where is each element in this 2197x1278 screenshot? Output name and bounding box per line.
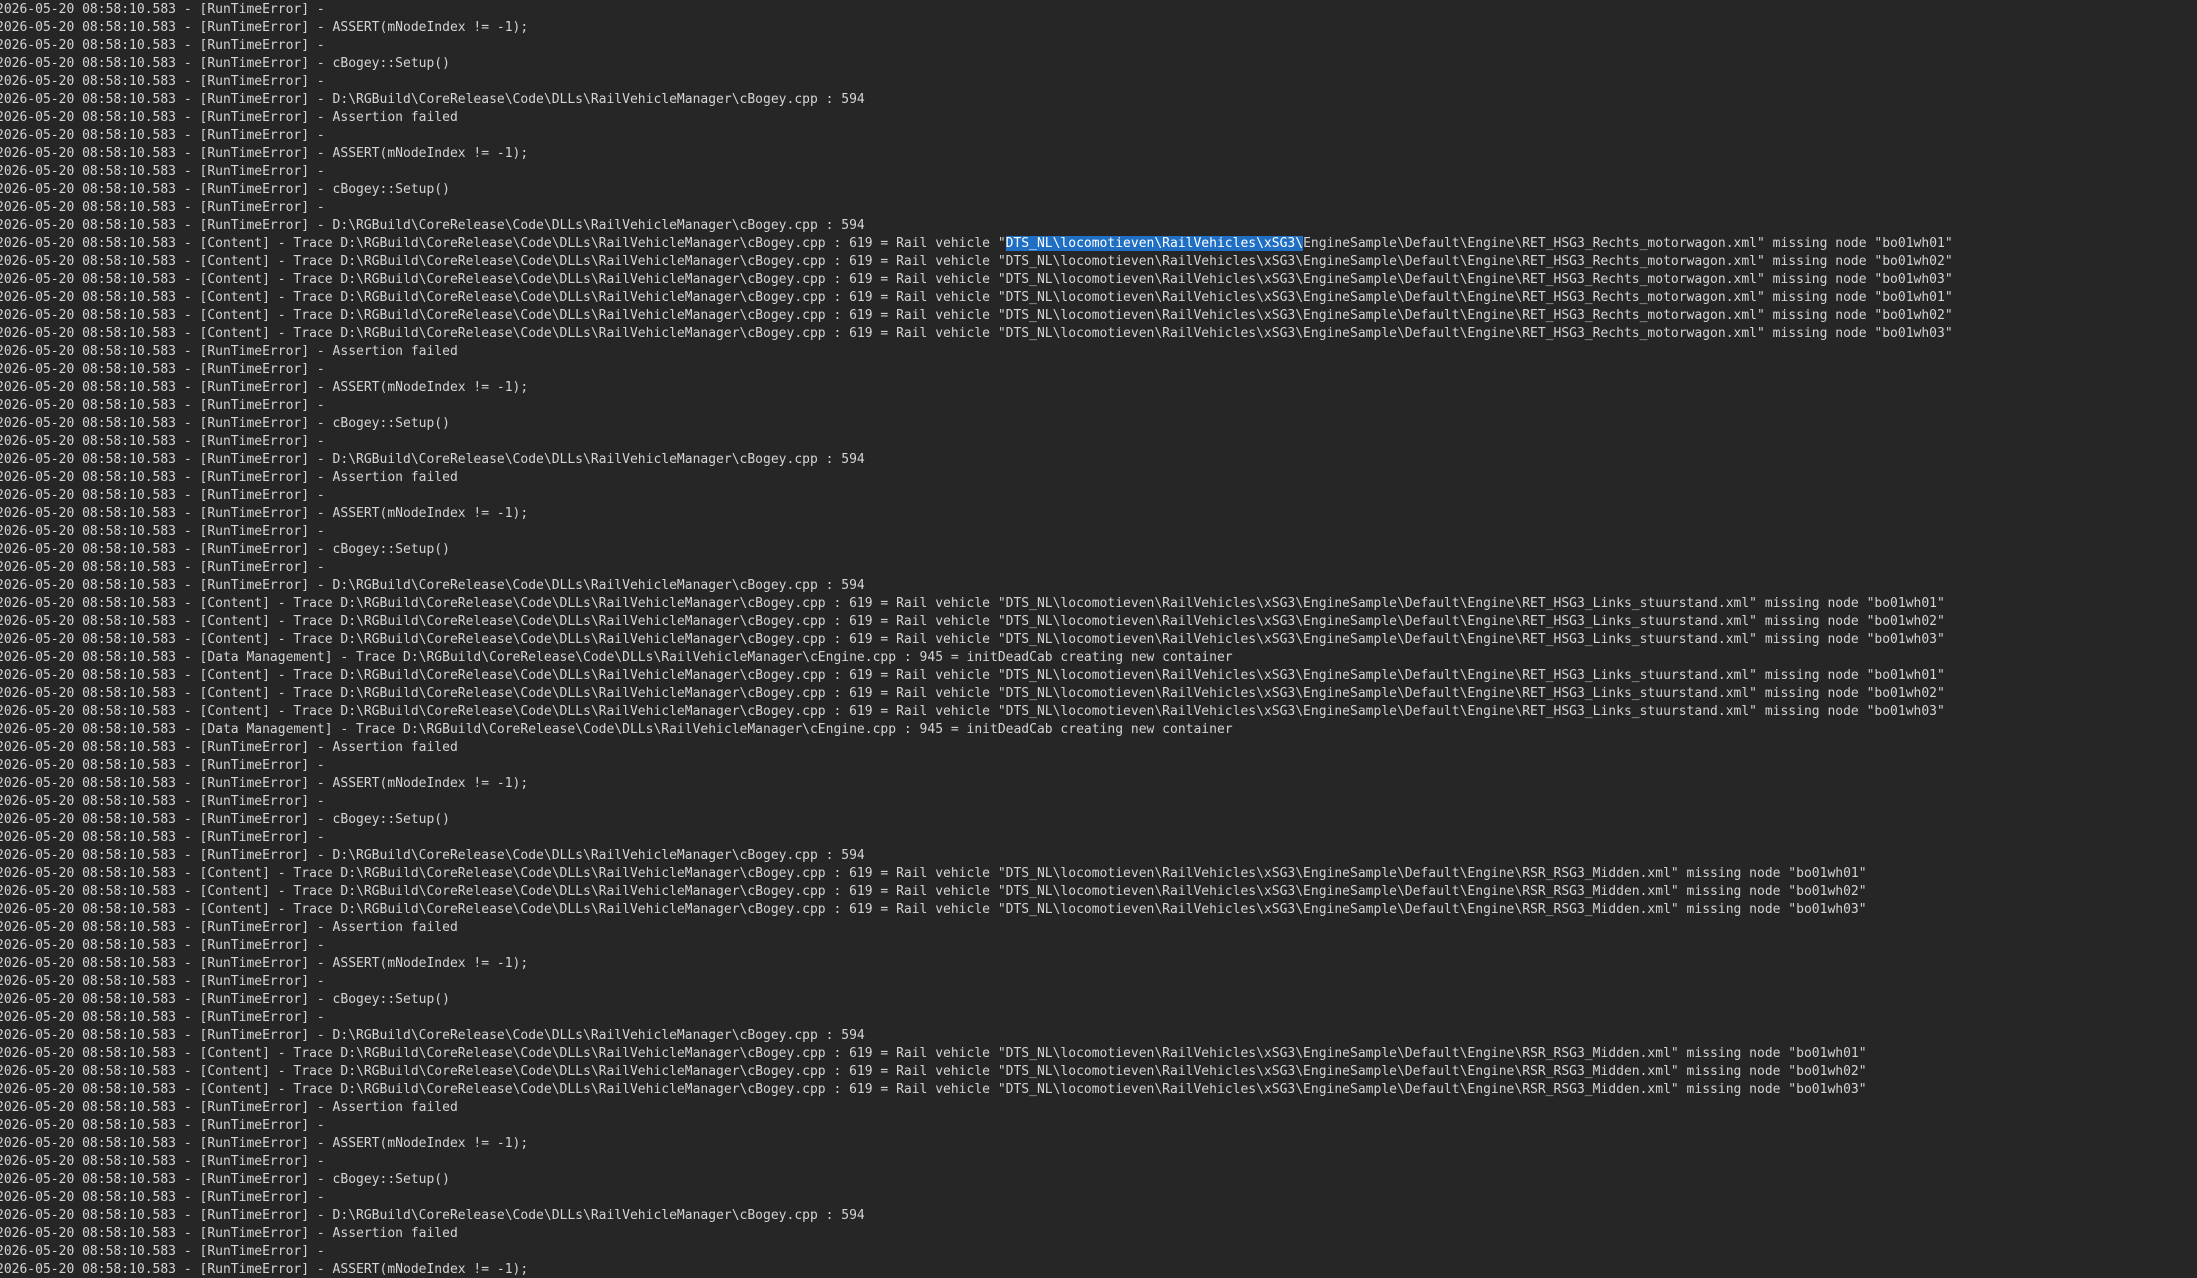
log-line[interactable]: 2026-05-20 08:58:10.583 - [RunTimeError]… — [0, 523, 1953, 541]
log-line[interactable]: 2026-05-20 08:58:10.583 - [RunTimeError]… — [0, 199, 1953, 217]
log-line[interactable]: 2026-05-20 08:58:10.583 - [Content] - Tr… — [0, 631, 1953, 649]
log-line[interactable]: 2026-05-20 08:58:10.583 - [RunTimeError]… — [0, 91, 1953, 109]
log-line[interactable]: 2026-05-20 08:58:10.583 - [RunTimeError]… — [0, 73, 1953, 91]
log-line[interactable]: 2026-05-20 08:58:10.583 - [RunTimeError]… — [0, 559, 1953, 577]
log-line-text: 2026-05-20 08:58:10.583 - [Content] - Tr… — [0, 236, 1006, 251]
log-line[interactable]: 2026-05-20 08:58:10.583 - [RunTimeError]… — [0, 1207, 1953, 1225]
log-line[interactable]: 2026-05-20 08:58:10.583 - [RunTimeError]… — [0, 1189, 1953, 1207]
log-line[interactable]: 2026-05-20 08:58:10.583 - [RunTimeError]… — [0, 1261, 1953, 1278]
log-line[interactable]: 2026-05-20 08:58:10.583 - [RunTimeError]… — [0, 469, 1953, 487]
log-line[interactable]: 2026-05-20 08:58:10.583 - [Content] - Tr… — [0, 1081, 1953, 1099]
log-line[interactable]: 2026-05-20 08:58:10.583 - [Data Manageme… — [0, 721, 1953, 739]
log-line[interactable]: 2026-05-20 08:58:10.583 - [RunTimeError]… — [0, 109, 1953, 127]
log-line[interactable]: 2026-05-20 08:58:10.583 - [RunTimeError]… — [0, 919, 1953, 937]
log-line[interactable]: 2026-05-20 08:58:10.583 - [RunTimeError]… — [0, 829, 1953, 847]
log-line[interactable]: 2026-05-20 08:58:10.583 - [RunTimeError]… — [0, 1009, 1953, 1027]
log-line[interactable]: 2026-05-20 08:58:10.583 - [RunTimeError]… — [0, 739, 1953, 757]
log-line[interactable]: 2026-05-20 08:58:10.583 - [RunTimeError]… — [0, 505, 1953, 523]
log-line[interactable]: 2026-05-20 08:58:10.583 - [RunTimeError]… — [0, 577, 1953, 595]
log-line[interactable]: 2026-05-20 08:58:10.583 - [RunTimeError]… — [0, 541, 1953, 559]
log-line[interactable]: 2026-05-20 08:58:10.583 - [Content] - Tr… — [0, 253, 1953, 271]
log-line[interactable]: 2026-05-20 08:58:10.583 - [RunTimeError]… — [0, 1225, 1953, 1243]
log-line[interactable]: 2026-05-20 08:58:10.583 - [Content] - Tr… — [0, 271, 1953, 289]
log-line[interactable]: 2026-05-20 08:58:10.583 - [Content] - Tr… — [0, 883, 1953, 901]
log-line[interactable]: 2026-05-20 08:58:10.583 - [Content] - Tr… — [0, 685, 1953, 703]
log-line[interactable]: 2026-05-20 08:58:10.583 - [RunTimeError]… — [0, 937, 1953, 955]
log-line[interactable]: 2026-05-20 08:58:10.583 - [RunTimeError]… — [0, 451, 1953, 469]
log-line[interactable]: 2026-05-20 08:58:10.583 - [RunTimeError]… — [0, 1, 1953, 19]
log-line[interactable]: 2026-05-20 08:58:10.583 - [Content] - Tr… — [0, 667, 1953, 685]
log-line[interactable]: 2026-05-20 08:58:10.583 - [RunTimeError]… — [0, 973, 1953, 991]
log-line[interactable]: 2026-05-20 08:58:10.583 - [RunTimeError]… — [0, 1153, 1953, 1171]
log-line[interactable]: 2026-05-20 08:58:10.583 - [RunTimeError]… — [0, 37, 1953, 55]
log-viewer[interactable]: 2026-05-20 08:58:10.583 - [RunTimeError]… — [0, 0, 2197, 1278]
log-line[interactable]: 2026-05-20 08:58:10.583 - [RunTimeError]… — [0, 811, 1953, 829]
log-line[interactable]: 2026-05-20 08:58:10.583 - [RunTimeError]… — [0, 1117, 1953, 1135]
log-line[interactable]: 2026-05-20 08:58:10.583 - [RunTimeError]… — [0, 415, 1953, 433]
log-line[interactable]: 2026-05-20 08:58:10.583 - [RunTimeError]… — [0, 1027, 1953, 1045]
log-line[interactable]: 2026-05-20 08:58:10.583 - [RunTimeError]… — [0, 343, 1953, 361]
log-line[interactable]: 2026-05-20 08:58:10.583 - [RunTimeError]… — [0, 145, 1953, 163]
log-line[interactable]: 2026-05-20 08:58:10.583 - [RunTimeError]… — [0, 19, 1953, 37]
log-line[interactable]: 2026-05-20 08:58:10.583 - [Content] - Tr… — [0, 613, 1953, 631]
log-line[interactable]: 2026-05-20 08:58:10.583 - [Content] - Tr… — [0, 1063, 1953, 1081]
log-line[interactable]: 2026-05-20 08:58:10.583 - [RunTimeError]… — [0, 793, 1953, 811]
log-line[interactable]: 2026-05-20 08:58:10.583 - [RunTimeError]… — [0, 217, 1953, 235]
log-line[interactable]: 2026-05-20 08:58:10.583 - [RunTimeError]… — [0, 433, 1953, 451]
log-line[interactable]: 2026-05-20 08:58:10.583 - [Content] - Tr… — [0, 289, 1953, 307]
log-line[interactable]: 2026-05-20 08:58:10.583 - [RunTimeError]… — [0, 847, 1953, 865]
log-line[interactable]: 2026-05-20 08:58:10.583 - [RunTimeError]… — [0, 775, 1953, 793]
log-lines: 2026-05-20 08:58:10.583 - [RunTimeError]… — [0, 1, 1953, 1278]
log-line[interactable]: 2026-05-20 08:58:10.583 - [Content] - Tr… — [0, 865, 1953, 883]
log-line[interactable]: 2026-05-20 08:58:10.583 - [RunTimeError]… — [0, 163, 1953, 181]
log-line[interactable]: 2026-05-20 08:58:10.583 - [Content] - Tr… — [0, 325, 1953, 343]
log-line[interactable]: 2026-05-20 08:58:10.583 - [RunTimeError]… — [0, 1099, 1953, 1117]
log-line[interactable]: 2026-05-20 08:58:10.583 - [Content] - Tr… — [0, 1045, 1953, 1063]
log-line[interactable]: 2026-05-20 08:58:10.583 - [RunTimeError]… — [0, 55, 1953, 73]
log-line[interactable]: 2026-05-20 08:58:10.583 - [RunTimeError]… — [0, 397, 1953, 415]
log-line[interactable]: 2026-05-20 08:58:10.583 - [RunTimeError]… — [0, 361, 1953, 379]
log-line[interactable]: 2026-05-20 08:58:10.583 - [RunTimeError]… — [0, 379, 1953, 397]
log-line[interactable]: 2026-05-20 08:58:10.583 - [Content] - Tr… — [0, 901, 1953, 919]
log-line[interactable]: 2026-05-20 08:58:10.583 - [RunTimeError]… — [0, 1135, 1953, 1153]
log-line[interactable]: 2026-05-20 08:58:10.583 - [Content] - Tr… — [0, 595, 1953, 613]
selected-text: DTS_NL\locomotieven\RailVehicles\xSG3\ — [1005, 236, 1304, 251]
log-line[interactable]: 2026-05-20 08:58:10.583 - [Content] - Tr… — [0, 307, 1953, 325]
log-line[interactable]: 2026-05-20 08:58:10.583 - [RunTimeError]… — [0, 1171, 1953, 1189]
log-line[interactable]: 2026-05-20 08:58:10.583 - [RunTimeError]… — [0, 181, 1953, 199]
log-line[interactable]: 2026-05-20 08:58:10.583 - [RunTimeError]… — [0, 991, 1953, 1009]
log-line[interactable]: 2026-05-20 08:58:10.583 - [RunTimeError]… — [0, 127, 1953, 145]
log-line[interactable]: 2026-05-20 08:58:10.583 - [RunTimeError]… — [0, 955, 1953, 973]
log-line-text: EngineSample\Default\Engine\RET_HSG3_Rec… — [1303, 236, 1953, 251]
log-line[interactable]: 2026-05-20 08:58:10.583 - [Content] - Tr… — [0, 703, 1953, 721]
log-line[interactable]: 2026-05-20 08:58:10.583 - [RunTimeError]… — [0, 1243, 1953, 1261]
log-line[interactable]: 2026-05-20 08:58:10.583 - [Data Manageme… — [0, 649, 1953, 667]
log-line[interactable]: 2026-05-20 08:58:10.583 - [Content] - Tr… — [0, 235, 1953, 253]
log-line[interactable]: 2026-05-20 08:58:10.583 - [RunTimeError]… — [0, 757, 1953, 775]
log-line[interactable]: 2026-05-20 08:58:10.583 - [RunTimeError]… — [0, 487, 1953, 505]
